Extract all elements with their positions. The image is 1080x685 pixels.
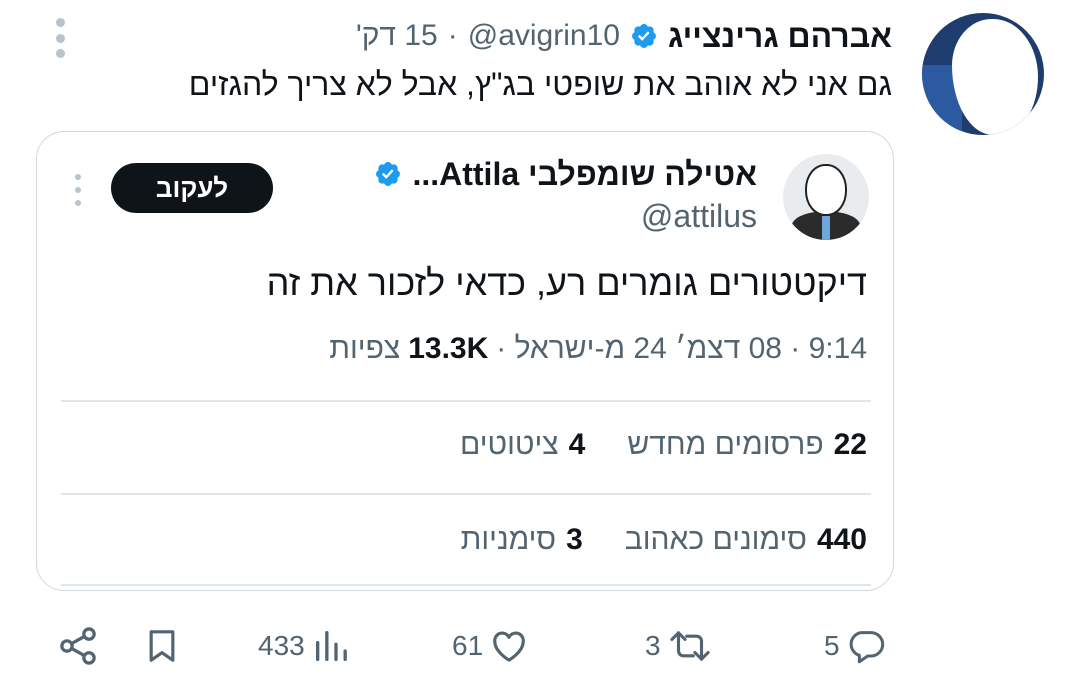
views-count-action: 433 [258,630,305,661]
quoted-author-avatar[interactable] [783,154,869,240]
more-dots-icon[interactable] [73,174,83,206]
quoted-tweet-meta: 9:14 · 08 דצמ׳ 24 מ-ישראל · 13.3K צפיות [329,332,867,366]
avatar-photo [952,19,1038,135]
repost-stats-row: 22 פרסומים מחדש 4 ציטוטים [460,428,867,462]
views-label: צפיות [329,332,401,365]
tweet-time[interactable]: 15 דק' [356,19,438,53]
more-dots-icon[interactable] [52,18,68,58]
bookmark-icon [149,630,175,662]
separator: · [447,19,458,52]
quoted-tweet-text: דיקטטורים גומרים רע, כדאי לזכור את זה [266,262,867,303]
avatar-photo [805,164,847,216]
like-count: 61 [452,630,484,661]
tweet-timestamp[interactable]: 9:14 · 08 דצמ׳ 24 מ-ישראל · [496,332,867,366]
quotes-count[interactable]: 4 [569,428,586,462]
bookmarks-count[interactable]: 3 [566,523,583,557]
divider [61,584,871,586]
verified-badge-icon [376,162,401,186]
tweet-header: אברהם גרינצייג @avigrin10 · 15 דק' [356,14,892,58]
reposts-count[interactable]: 22 [834,428,867,462]
views-button[interactable]: 433 [258,620,351,672]
views-count: 13.3K [408,332,489,365]
reply-icon [849,631,884,664]
quoted-author-handle[interactable]: @attilus [641,198,757,235]
bookmark-button[interactable] [142,620,182,672]
tweet-text: גם אני לא אוהב את שופטי בג"ץ, אבל לא צרי… [188,66,892,102]
likes-label[interactable]: סימונים כאהוב [625,523,807,557]
divider [61,400,871,402]
quoted-author-name[interactable]: אטילה שומפלבי Attila... [412,156,757,193]
like-button[interactable]: 61 [452,620,529,672]
likes-count[interactable]: 440 [817,523,867,557]
author-name[interactable]: אברהם גרינצייג [668,18,892,55]
share-icon [60,627,96,665]
heart-icon [493,631,525,662]
reposts-label[interactable]: פרסומים מחדש [627,428,823,462]
author-handle[interactable]: @avigrin10 [468,19,620,53]
quoted-tweet-card[interactable]: אטילה שומפלבי Attila... @attilus לעקוב ד… [36,131,894,591]
author-avatar[interactable] [922,13,1044,135]
quotes-label[interactable]: ציטוטים [460,428,559,462]
bookmarks-label[interactable]: סימניות [461,523,556,557]
divider [61,493,871,495]
retweet-count: 3 [645,630,661,661]
retweet-icon [669,631,710,661]
retweet-button[interactable]: 3 [645,620,713,672]
verified-badge-icon [631,24,656,48]
reply-button[interactable]: 5 [824,620,886,672]
views-chart-icon [315,631,347,661]
like-stats-row: 440 סימונים כאהוב 3 סימניות [461,523,867,557]
reply-count: 5 [824,630,840,661]
follow-button[interactable]: לעקוב [111,163,273,213]
share-button[interactable] [56,620,100,672]
quoted-header: אטילה שומפלבי Attila... [374,154,757,194]
